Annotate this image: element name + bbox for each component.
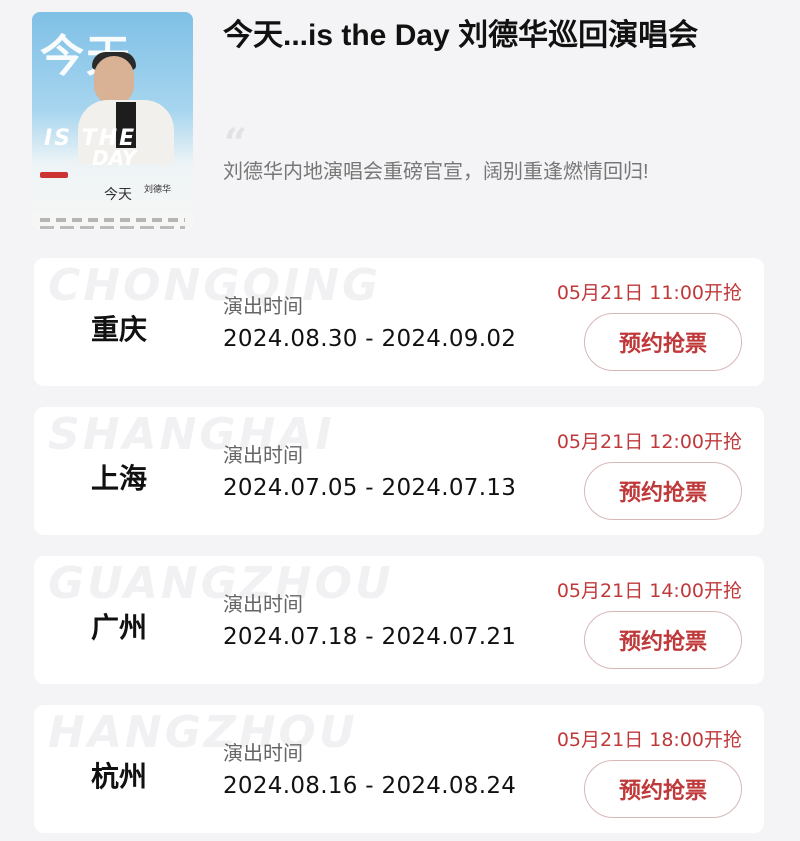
poster-artist-face	[94, 56, 134, 104]
show-city: 广州	[91, 612, 148, 643]
show-date-range: 2024.07.05 - 2024.07.13	[223, 475, 517, 501]
show-city: 重庆	[91, 314, 148, 345]
event-subtitle: 刘德华内地演唱会重磅官宣，阔别重逢燃情回归!	[223, 161, 649, 183]
event-header: 今天 IS THE DAY 今天 刘德华 今天...is the Day 刘德华…	[0, 0, 800, 248]
concert-ticket-page: 今天 IS THE DAY 今天 刘德华 今天...is the Day 刘德华…	[0, 0, 800, 841]
city-watermark: CHONGQING	[48, 260, 382, 311]
event-title: 今天...is the Day 刘德华巡回演唱会	[223, 19, 699, 52]
poster-city-list	[40, 218, 185, 222]
poster-logo	[40, 172, 68, 178]
show-card-guangzhou: GUANGZHOU 广州 演出时间 2024.07.18 - 2024.07.2…	[34, 556, 764, 684]
ticket-sale-time: 05月21日 12:00开抢	[556, 431, 742, 453]
show-time-label: 演出时间	[223, 296, 303, 318]
show-city: 杭州	[91, 761, 148, 792]
show-time-label: 演出时间	[223, 445, 303, 467]
show-date-range: 2024.08.30 - 2024.09.02	[223, 326, 517, 352]
show-card-chongqing: CHONGQING 重庆 演出时间 2024.08.30 - 2024.09.0…	[34, 258, 764, 386]
show-date-range: 2024.07.18 - 2024.07.21	[223, 624, 517, 650]
reserve-ticket-button[interactable]: 预约抢票	[584, 462, 742, 520]
poster-mini-title: 今天	[104, 187, 132, 203]
ticket-sale-time: 05月21日 14:00开抢	[556, 580, 742, 602]
show-date-range: 2024.08.16 - 2024.08.24	[223, 773, 517, 799]
event-poster-image[interactable]: 今天 IS THE DAY 今天 刘德华	[32, 12, 193, 230]
poster-sponsor-strip	[40, 226, 185, 229]
show-time-label: 演出时间	[223, 743, 303, 765]
poster-mini-name: 刘德华	[144, 185, 172, 195]
ticket-sale-time: 05月21日 18:00开抢	[556, 729, 742, 751]
ticket-sale-time: 05月21日 11:00开抢	[556, 282, 742, 304]
show-card-shanghai: SHANGHAI 上海 演出时间 2024.07.05 - 2024.07.13…	[34, 407, 764, 535]
show-time-label: 演出时间	[223, 594, 303, 616]
show-card-hangzhou: HANGZHOU 杭州 演出时间 2024.08.16 - 2024.08.24…	[34, 705, 764, 833]
city-watermark: GUANGZHOU	[48, 558, 394, 609]
city-watermark: HANGZHOU	[48, 707, 358, 758]
poster-day-text: DAY	[92, 146, 137, 170]
reserve-ticket-button[interactable]: 预约抢票	[584, 611, 742, 669]
show-city: 上海	[91, 463, 148, 494]
reserve-ticket-button[interactable]: 预约抢票	[584, 313, 742, 371]
reserve-ticket-button[interactable]: 预约抢票	[584, 760, 742, 818]
